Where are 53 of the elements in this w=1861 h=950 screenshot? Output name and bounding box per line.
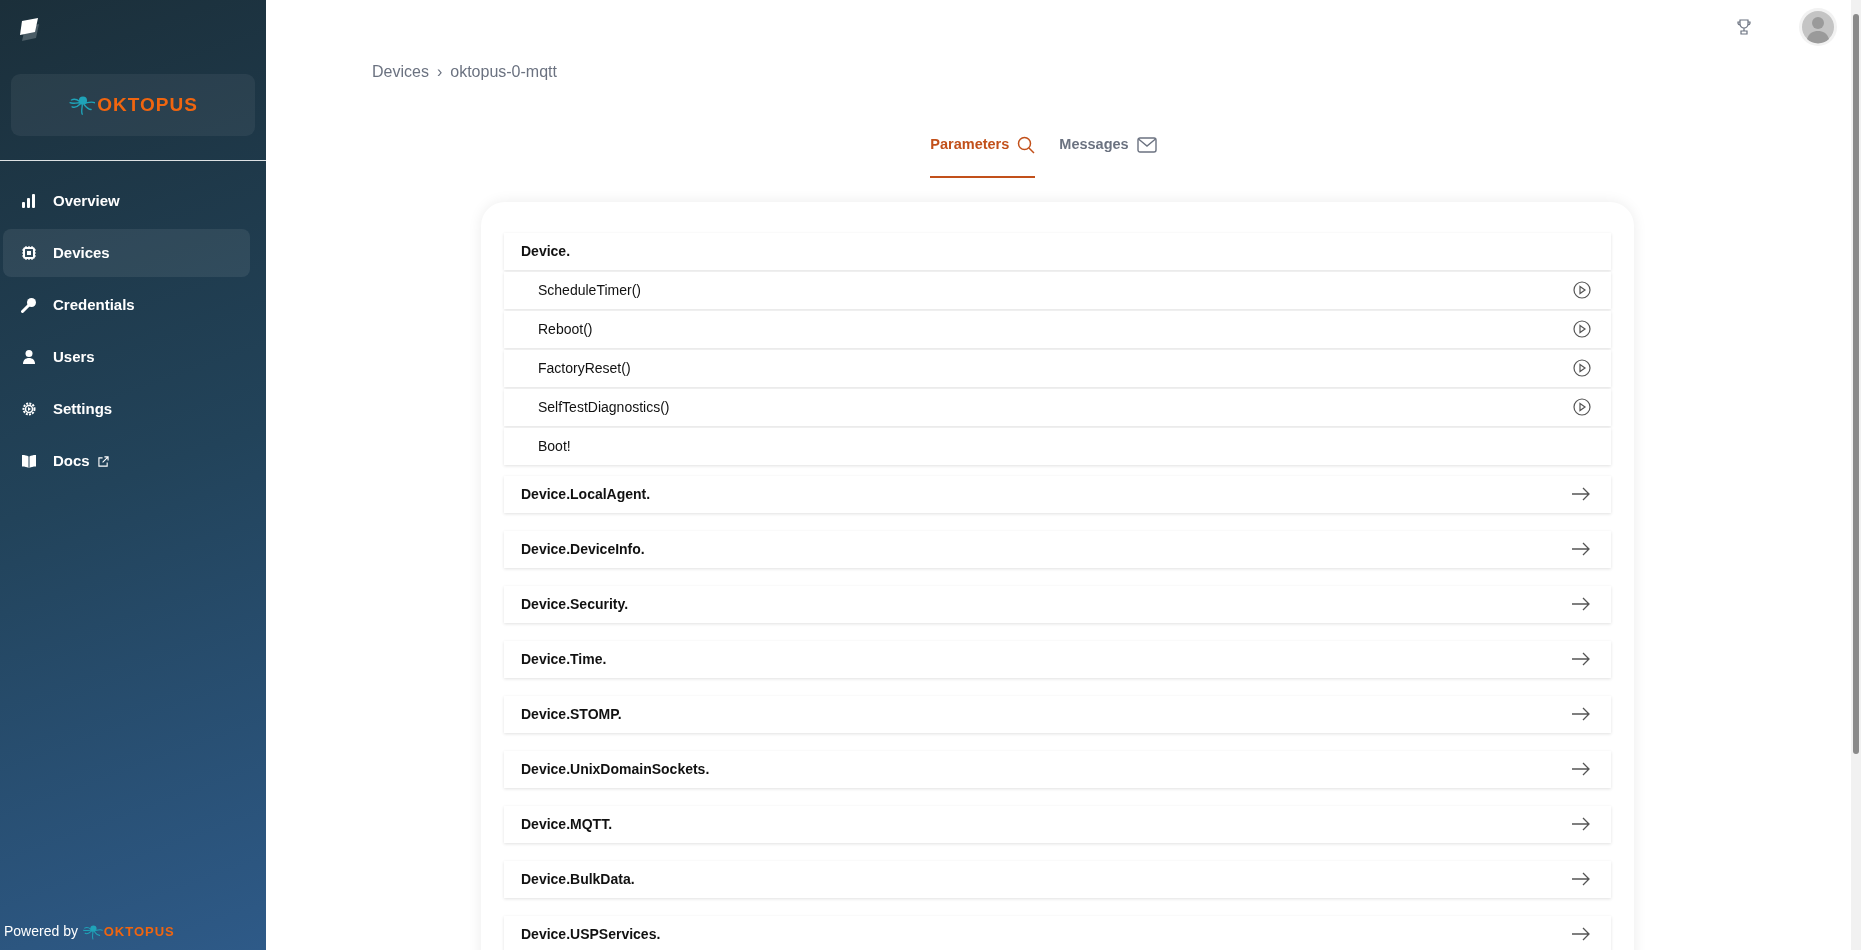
mail-icon <box>1136 136 1157 153</box>
play-icon <box>1573 398 1591 417</box>
arrow-right-icon <box>1571 542 1591 557</box>
arrow-right-icon <box>1571 762 1591 777</box>
parameter-row[interactable]: Reboot() <box>504 310 1611 348</box>
settings-icon <box>21 401 37 417</box>
object-row[interactable]: Device.Time. <box>504 640 1611 678</box>
search-icon <box>1017 135 1036 154</box>
key-icon <box>21 297 37 313</box>
breadcrumb-item: oktopus-0-mqtt <box>450 62 557 82</box>
parameter-row[interactable]: FactoryReset() <box>504 349 1611 387</box>
brand-logo-text: OKTOPUS <box>97 92 198 117</box>
object-row[interactable]: Device. <box>504 232 1611 270</box>
tab[interactable]: Parameters <box>930 134 1036 178</box>
arrow-right-icon <box>1571 927 1591 942</box>
object-row[interactable]: Device.BulkData. <box>504 860 1611 898</box>
sidebar-item[interactable]: Docs <box>3 437 250 485</box>
object-row[interactable]: Device.USPServices. <box>504 915 1611 950</box>
trophy-icon <box>1737 19 1751 35</box>
object-row[interactable]: Device.STOMP. <box>504 695 1611 733</box>
breadcrumb-separator: › <box>436 62 443 82</box>
tab[interactable]: Messages <box>1059 134 1157 178</box>
breadcrumb-item[interactable]: Devices <box>372 60 429 84</box>
parameter-row[interactable]: SelfTestDiagnostics() <box>504 388 1611 426</box>
object-row[interactable]: Device.LocalAgent. <box>504 475 1611 513</box>
sidebar-item[interactable]: Settings <box>3 385 250 433</box>
play-icon <box>1573 281 1591 300</box>
powered-by-text: Powered by <box>4 922 78 941</box>
play-icon <box>1573 320 1591 339</box>
object-row[interactable]: Device.UnixDomainSockets. <box>504 750 1611 788</box>
book-icon <box>21 453 37 469</box>
arrow-right-icon <box>1571 487 1591 502</box>
sidebar-item[interactable]: Credentials <box>3 281 250 329</box>
sidebar-item[interactable]: Users <box>3 333 250 381</box>
arrow-right-icon <box>1571 597 1591 612</box>
arrow-right-icon <box>1571 707 1591 722</box>
play-icon <box>1573 359 1591 378</box>
bar-chart-icon <box>21 193 37 209</box>
object-row[interactable]: Device.MQTT. <box>504 805 1611 843</box>
parameter-row[interactable]: Boot! <box>504 427 1611 465</box>
chip-icon <box>21 245 37 261</box>
brand-logo-text: OKTOPUS <box>103 922 175 941</box>
object-row[interactable]: Device.DeviceInfo. <box>504 530 1611 568</box>
avatar-icon[interactable] <box>1799 8 1837 46</box>
arrow-right-icon <box>1571 817 1591 832</box>
sidebar-item[interactable]: Devices <box>3 229 250 277</box>
object-row[interactable]: Device.Security. <box>504 585 1611 623</box>
scrollbar[interactable] <box>1851 0 1861 950</box>
sidebar-item[interactable]: Overview <box>3 177 250 225</box>
arrow-right-icon <box>1571 872 1591 887</box>
arrow-right-icon <box>1571 652 1591 667</box>
parameter-row[interactable]: ScheduleTimer() <box>504 271 1611 309</box>
user-icon <box>21 349 37 365</box>
